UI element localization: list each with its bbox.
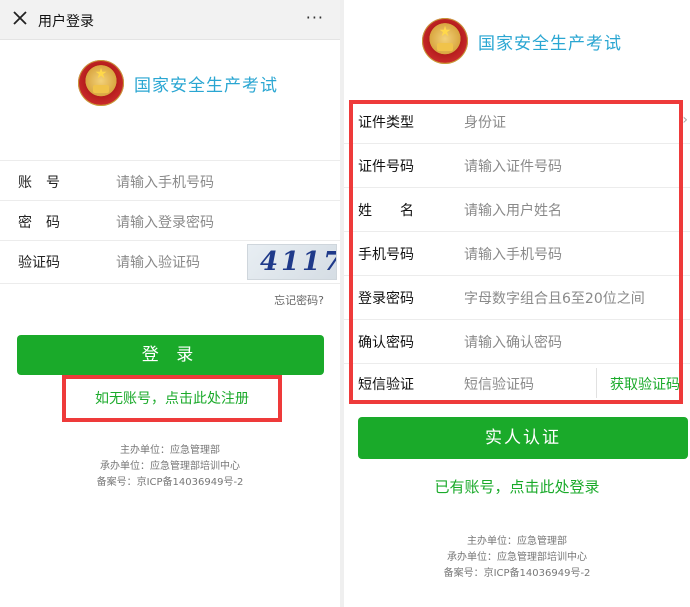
site-title: 国家安全生产考试 [134, 75, 278, 96]
account-field[interactable]: 账 号 请输入手机号码 [0, 160, 340, 200]
national-emblem-icon [422, 18, 468, 64]
more-options-icon[interactable]: ··· [306, 8, 324, 27]
account-label: 账 号 [18, 175, 60, 191]
site-header: 国家安全生产考试 [422, 18, 622, 64]
password-label: 密 码 [18, 215, 60, 231]
captcha-image[interactable]: 4117 [247, 244, 337, 280]
footer-icp: 备案号：京ICP备14036949号-2 [96, 477, 244, 488]
register-link[interactable]: 如无账号，点击此处注册 [62, 375, 282, 422]
forgot-password-link[interactable]: 忘记密码? [274, 292, 324, 308]
footer-organizer: 承办单位：应急管理部培训中心 [447, 552, 587, 563]
footer-organizer: 承办单位：应急管理部培训中心 [100, 461, 240, 472]
footer-icp: 备案号：京ICP备14036949号-2 [443, 568, 591, 579]
national-emblem-icon [78, 60, 124, 106]
top-bar: 用户登录 ··· [0, 0, 340, 40]
login-screen: 用户登录 ··· 国家安全生产考试 账 号 请输入手机号码 密 码 请输入登录密… [0, 0, 340, 607]
site-title: 国家安全生产考试 [478, 33, 622, 54]
identity-verify-button[interactable]: 实人认证 [358, 417, 688, 459]
captcha-label: 验证码 [18, 255, 60, 271]
close-icon[interactable] [12, 10, 28, 26]
login-button[interactable]: 登 录 [17, 335, 324, 375]
chevron-right-icon: › [682, 112, 688, 128]
page-title: 用户登录 [38, 14, 94, 30]
account-input[interactable]: 请输入手机号码 [116, 172, 214, 192]
captcha-field[interactable]: 验证码 请输入验证码 4117 [0, 240, 340, 284]
footer-host: 主办单位：应急管理部 [467, 536, 567, 547]
site-header: 国家安全生产考试 [78, 60, 278, 106]
footer: 主办单位：应急管理部 承办单位：应急管理部培训中心 备案号：京ICP备14036… [0, 443, 340, 491]
password-input[interactable]: 请输入登录密码 [116, 212, 214, 232]
login-link[interactable]: 已有账号，点击此处登录 [344, 476, 690, 497]
password-field[interactable]: 密 码 请输入登录密码 [0, 200, 340, 240]
footer-host: 主办单位：应急管理部 [120, 445, 220, 456]
captcha-input[interactable]: 请输入验证码 [116, 252, 200, 272]
form-highlight-box [349, 100, 683, 404]
captcha-code: 4117 [260, 247, 337, 277]
footer: 主办单位：应急管理部 承办单位：应急管理部培训中心 备案号：京ICP备14036… [344, 534, 690, 582]
